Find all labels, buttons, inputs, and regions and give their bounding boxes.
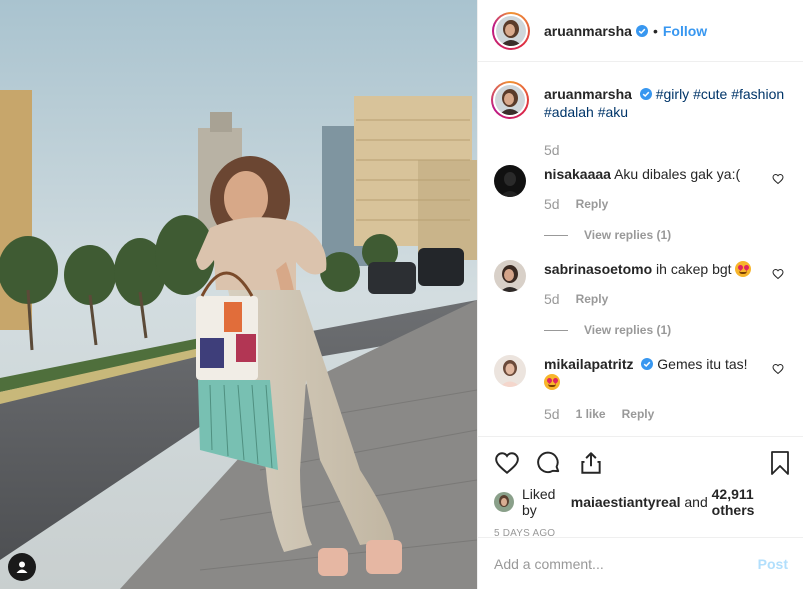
heart-icon[interactable] — [772, 173, 784, 185]
replies-divider — [544, 329, 568, 331]
reply-button[interactable]: Reply — [576, 195, 609, 213]
heart-eyes-emoji — [544, 374, 560, 390]
separator-dot: • — [652, 22, 658, 39]
comment-time[interactable]: 5d — [544, 195, 560, 213]
commenter-username[interactable]: nisakaaaa — [544, 166, 611, 182]
comment-time[interactable]: 5d — [544, 405, 560, 423]
comment-text: Gemes itu tas! — [657, 356, 748, 372]
likes-count[interactable]: 1 like — [576, 405, 606, 423]
comment-input[interactable] — [494, 555, 758, 572]
commenter-avatar[interactable] — [494, 260, 526, 292]
user-tag-icon[interactable] — [8, 553, 36, 581]
post-side-panel: aruanmarsha • Follow aruanmarsha #girly … — [477, 0, 803, 589]
follow-button[interactable]: Follow — [663, 23, 707, 39]
bookmark-icon[interactable] — [768, 450, 792, 476]
verified-icon — [635, 24, 648, 37]
hashtag-link[interactable]: #girly — [656, 86, 689, 102]
comment-item: sabrinasoetomo ih cakep bgt 5d Reply Vie… — [494, 260, 788, 339]
hashtag-link[interactable]: #fashion — [731, 86, 784, 102]
comments-list[interactable]: aruanmarsha #girly #cute #fashion #adala… — [478, 63, 803, 436]
comment-item: mikailapatritz Gemes itu tas! 5d 1 like … — [494, 355, 788, 423]
verified-icon — [641, 358, 654, 370]
heart-icon[interactable] — [772, 268, 784, 280]
post-comment-button[interactable]: Post — [758, 556, 788, 572]
hashtag-link[interactable]: #aku — [598, 104, 628, 120]
comment-text: ih cakep bgt — [656, 261, 732, 277]
heart-icon[interactable] — [772, 363, 784, 375]
hashtag-link[interactable]: #cute — [693, 86, 727, 102]
caption-time[interactable]: 5d — [544, 141, 560, 159]
reply-button[interactable]: Reply — [576, 290, 609, 308]
view-replies-label: View replies (1) — [584, 228, 672, 242]
caption-username[interactable]: aruanmarsha — [544, 86, 632, 102]
author-username[interactable]: aruanmarsha — [544, 23, 632, 39]
commenter-username[interactable]: sabrinasoetomo — [544, 261, 652, 277]
verified-icon — [639, 88, 652, 100]
add-comment-bar: Post — [478, 537, 803, 589]
heart-eyes-emoji — [735, 261, 752, 277]
comment-item: nisakaaaa Aku dibales gak ya:( 5d Reply … — [494, 165, 788, 244]
reply-button[interactable]: Reply — [622, 405, 655, 423]
post-photo[interactable] — [0, 0, 477, 589]
likes-conjunction: and — [684, 494, 708, 510]
likes-prefix: Liked by — [522, 486, 556, 518]
commenter-username[interactable]: mikailapatritz — [544, 356, 633, 372]
share-icon[interactable] — [578, 450, 604, 476]
replies-divider — [544, 234, 568, 236]
commenter-avatar[interactable] — [494, 165, 526, 197]
view-replies-label: View replies (1) — [584, 323, 672, 337]
commenter-avatar[interactable] — [494, 355, 526, 387]
caption: aruanmarsha #girly #cute #fashion #adala… — [491, 81, 788, 159]
likes-summary: Liked by maiaestiantyreal and 42,911 oth… — [494, 486, 788, 518]
comment-time[interactable]: 5d — [544, 290, 560, 308]
heart-icon[interactable] — [494, 450, 520, 476]
view-replies-button[interactable]: View replies (1) — [544, 321, 788, 339]
likes-others-link[interactable]: 42,911 others — [712, 486, 788, 518]
comment-text: Aku dibales gak ya:( — [614, 166, 741, 182]
post-header: aruanmarsha • Follow — [478, 0, 803, 62]
liker-avatar[interactable] — [494, 492, 514, 512]
liker-username[interactable]: maiaestiantyreal — [571, 494, 681, 510]
hashtag-link[interactable]: #adalah — [544, 104, 594, 120]
caption-avatar[interactable] — [491, 81, 529, 119]
post-actions: Liked by maiaestiantyreal and 42,911 oth… — [478, 436, 803, 539]
post-image — [0, 0, 477, 589]
author-avatar[interactable] — [492, 11, 530, 50]
view-replies-button[interactable]: View replies (1) — [544, 226, 788, 244]
comment-icon[interactable] — [536, 450, 562, 476]
